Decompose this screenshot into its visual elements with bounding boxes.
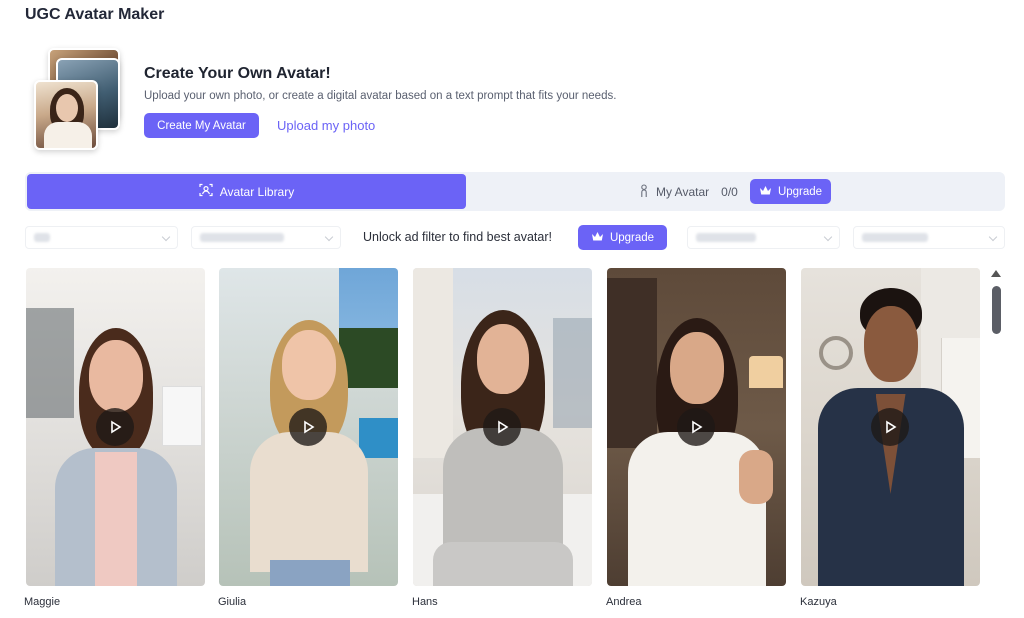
avatar-card[interactable]	[413, 268, 592, 586]
avatar-card[interactable]	[219, 268, 398, 586]
crown-icon	[759, 185, 772, 199]
crown-icon	[591, 231, 604, 245]
upgrade-label: Upgrade	[609, 231, 655, 244]
play-icon[interactable]	[96, 408, 134, 446]
tab-avatar-library[interactable]: Avatar Library	[27, 174, 466, 209]
avatar-name: Andrea	[606, 596, 642, 608]
chevron-down-icon	[988, 232, 998, 242]
play-icon[interactable]	[289, 408, 327, 446]
upgrade-label: Upgrade	[777, 185, 823, 198]
upload-my-photo-link[interactable]: Upload my photo	[277, 118, 375, 133]
person-icon	[638, 183, 650, 201]
hero-subtext: Upload your own photo, or create a digit…	[144, 90, 617, 102]
avatar-card[interactable]	[801, 268, 980, 586]
filter-category-dropdown[interactable]	[25, 226, 178, 249]
page-title: UGC Avatar Maker	[25, 6, 165, 23]
create-my-avatar-button[interactable]: Create My Avatar	[144, 113, 259, 138]
filter-gender-dropdown[interactable]	[687, 226, 840, 249]
avatar-name: Maggie	[24, 596, 61, 608]
create-my-avatar-label: Create My Avatar	[157, 119, 246, 132]
tab-my-avatar-label: My Avatar	[656, 185, 710, 199]
avatar-card[interactable]	[607, 268, 786, 586]
scroll-up-arrow[interactable]	[991, 270, 1001, 277]
filter-aspect-ratio-dropdown[interactable]	[191, 226, 341, 249]
chevron-down-icon	[823, 232, 833, 242]
avatar-stack-illustration	[32, 46, 128, 154]
avatar-name: Giulia	[218, 596, 247, 608]
avatar-card[interactable]	[26, 268, 205, 586]
upgrade-button-filter[interactable]: Upgrade	[578, 225, 667, 250]
tab-avatar-library-label: Avatar Library	[219, 184, 295, 199]
avatar-library-icon	[199, 183, 213, 200]
play-icon[interactable]	[871, 408, 909, 446]
unlock-filter-message: Unlock ad filter to find best avatar!	[363, 230, 552, 244]
chevron-down-icon	[324, 232, 334, 242]
chevron-down-icon	[161, 232, 171, 242]
filter-ethnicity-dropdown[interactable]	[853, 226, 1005, 249]
my-avatar-count: 0/0	[721, 185, 738, 199]
upgrade-button-tab[interactable]: Upgrade	[750, 179, 831, 204]
play-icon[interactable]	[677, 408, 715, 446]
tab-my-avatar[interactable]: My Avatar 0/0	[638, 180, 738, 204]
avatar-name: Hans	[412, 596, 438, 608]
play-icon[interactable]	[483, 408, 521, 446]
avatar-name: Kazuya	[800, 596, 837, 608]
hero-heading: Create Your Own Avatar!	[144, 65, 331, 82]
scrollbar-thumb[interactable]	[992, 286, 1001, 334]
avatar-tab-bar: Avatar Library My Avatar 0/0 Upgrade	[25, 172, 1005, 211]
